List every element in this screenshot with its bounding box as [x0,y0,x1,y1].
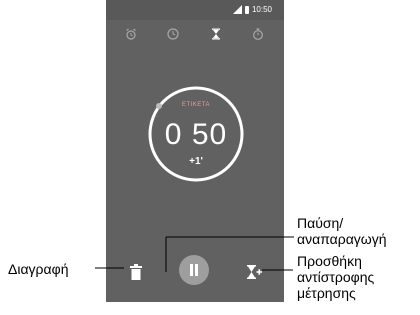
tab-clock[interactable] [164,25,182,43]
phone-screen: 10:50 ΕΤΙΚΕΤΑ 0 50 +1' [106,0,284,302]
callout-add-timer-line3: μέτρησης [297,285,356,301]
stopwatch-icon [253,28,263,40]
add-minute-button[interactable]: +1' [144,156,248,167]
add-timer-button[interactable] [246,264,262,280]
tab-bar [106,22,284,46]
callout-add-timer-line1: Προσθήκη [297,253,362,269]
callout-delete: Διαγραφή [8,261,69,277]
callout-pause-play-line1: Παύση/ [297,215,344,231]
callout-pause-play-line2: αναπαραγωγή [297,231,387,247]
timer-time: 0 50 [164,118,228,151]
clock-icon [167,28,179,40]
figure: 10:50 ΕΤΙΚΕΤΑ 0 50 +1' Παύση/ αναπαραγωγ… [0,0,420,315]
hourglass-icon [212,28,220,40]
pause-button[interactable] [179,255,209,285]
callout-pause-play: Παύση/ αναπαραγωγή [297,215,387,247]
pause-icon [190,264,198,276]
alarm-clock-icon [126,28,136,40]
bottom-action-bar [106,252,284,292]
battery-icon [244,5,249,14]
delete-button[interactable] [130,264,142,280]
status-time: 10:50 [251,5,272,14]
signal-icon [232,5,242,14]
status-icons: 10:50 [232,5,272,14]
callout-add-timer-line2: αντίστροφης [297,269,375,285]
status-bar: 10:50 [106,0,284,20]
callout-add-timer: Προσθήκη αντίστροφης μέτρησης [297,253,374,301]
tab-stopwatch[interactable] [249,25,267,43]
tab-timer[interactable] [207,25,225,43]
timer-label[interactable]: ΕΤΙΚΕΤΑ [144,102,248,108]
tab-alarm[interactable] [122,25,140,43]
